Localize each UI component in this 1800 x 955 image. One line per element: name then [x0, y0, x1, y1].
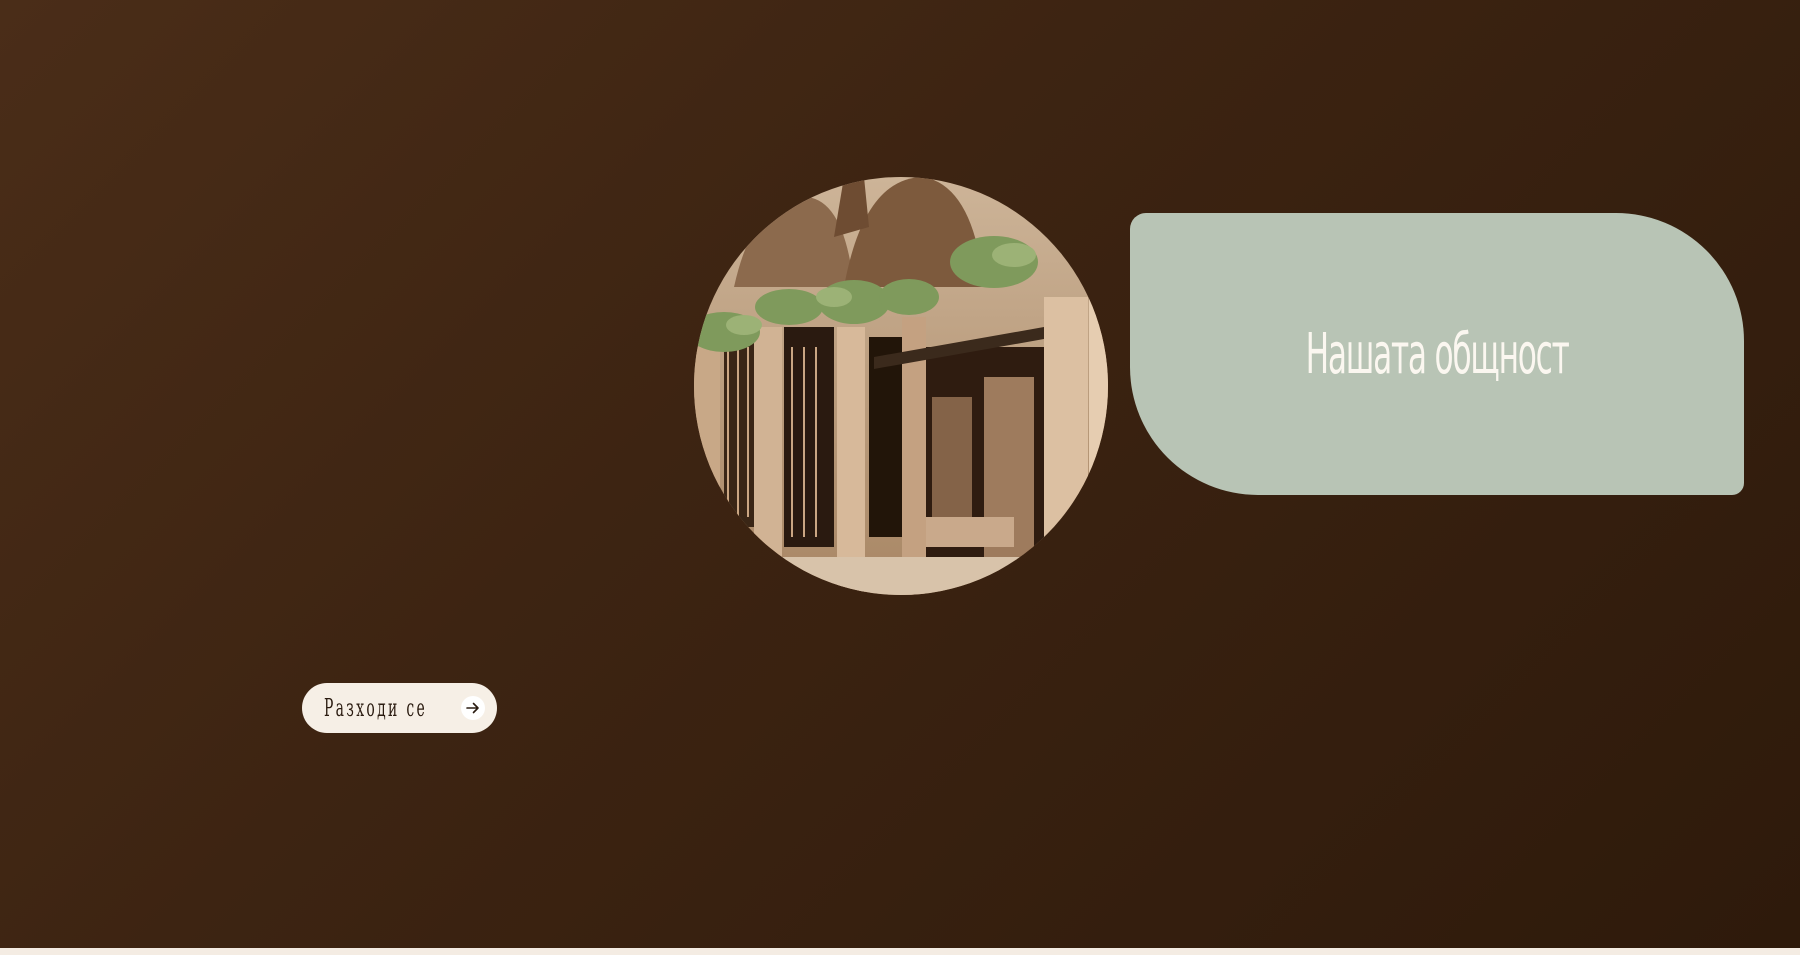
arrow-right-icon: [461, 696, 485, 720]
walk-button-label: Разходи се: [324, 694, 427, 722]
arcade-street-photo-icon: [694, 177, 1108, 595]
hero-section: Нашата общност Разходи се: [0, 0, 1800, 948]
walk-around-button[interactable]: Разходи се: [302, 683, 497, 733]
title-card: Нашата общност: [1130, 213, 1744, 495]
arcade-photo: [694, 177, 1108, 595]
page-bottom-strip: [0, 948, 1800, 955]
page-title: Нашата общност: [1305, 321, 1570, 387]
